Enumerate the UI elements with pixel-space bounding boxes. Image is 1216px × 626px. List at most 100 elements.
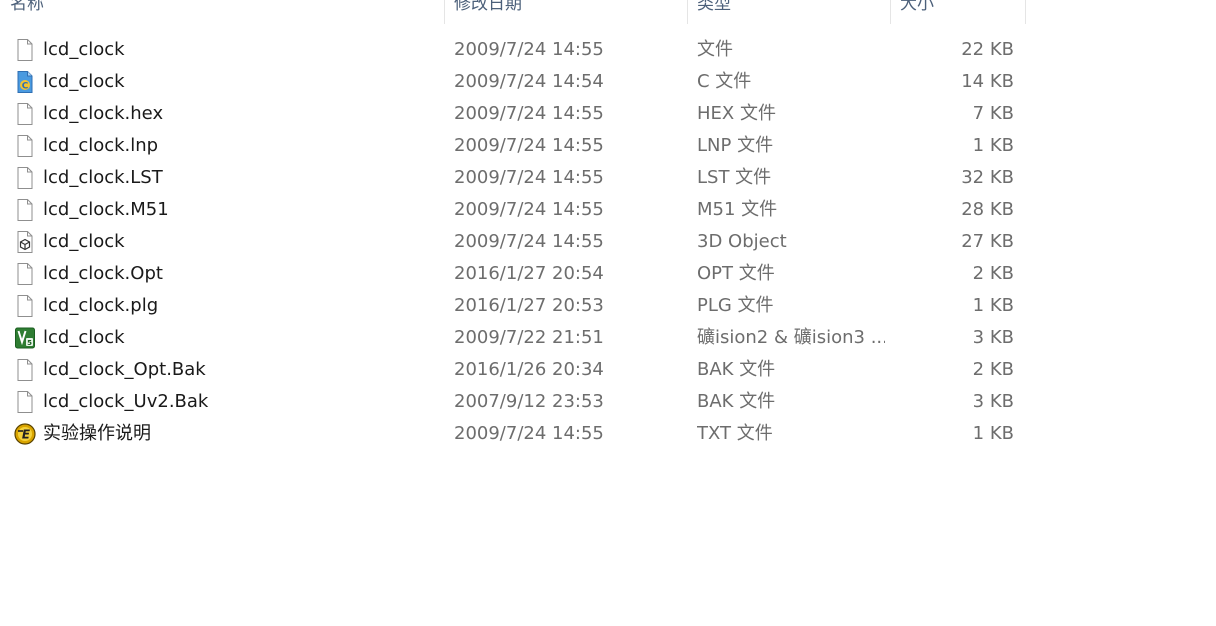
file-type: 文件 [697, 39, 733, 60]
file-list: lcd_clock 2009/7/24 14:55 文件 22 KB C lcd… [0, 34, 1026, 450]
file-name-cell: lcd_clock.Opt [12, 258, 442, 290]
file-row[interactable]: lcd_clock_Uv2.Bak 2007/9/12 23:53 BAK 文件… [0, 386, 1026, 418]
3d-object-file-icon [14, 230, 36, 254]
file-name: lcd_clock.lnp [43, 135, 159, 156]
file-date-modified: 2016/1/27 20:54 [454, 263, 604, 284]
file-name: lcd_clock.hex [43, 103, 164, 124]
file-row[interactable]: lcd_clock.Opt 2016/1/27 20:54 OPT 文件 2 K… [0, 258, 1026, 290]
blank-file-icon [14, 38, 36, 62]
file-size: 22 KB [961, 39, 1014, 60]
column-divider[interactable] [444, 0, 445, 24]
file-name-cell: lcd_clock.LST [12, 162, 442, 194]
file-date-modified: 2016/1/27 20:53 [454, 295, 604, 316]
file-type: TXT 文件 [697, 423, 773, 444]
column-header-name[interactable]: 名称 [0, 0, 444, 24]
file-date-modified: 2009/7/24 14:55 [454, 167, 604, 188]
file-row[interactable]: lcd_clock.M51 2009/7/24 14:55 M51 文件 28 … [0, 194, 1026, 226]
file-size: 27 KB [961, 231, 1014, 252]
svg-text:5: 5 [27, 339, 32, 347]
file-date-modified: 2007/9/12 23:53 [454, 391, 604, 412]
column-header-type[interactable]: 类型 [687, 0, 890, 24]
file-type: 3D Object [697, 231, 787, 252]
file-name-cell: lcd_clock [12, 34, 442, 66]
file-name-cell: lcd_clock.hex [12, 98, 442, 130]
blank-file-icon [14, 294, 36, 318]
column-divider[interactable] [687, 0, 688, 24]
file-name-cell: lcd_clock.lnp [12, 130, 442, 162]
file-name-cell: lcd_clock.plg [12, 290, 442, 322]
file-size: 32 KB [961, 167, 1014, 188]
file-date-modified: 2016/1/26 20:34 [454, 359, 604, 380]
file-row[interactable]: lcd_clock.lnp 2009/7/24 14:55 LNP 文件 1 K… [0, 130, 1026, 162]
blank-file-icon [14, 134, 36, 158]
file-row[interactable]: lcd_clock.hex 2009/7/24 14:55 HEX 文件 7 K… [0, 98, 1026, 130]
file-date-modified: 2009/7/24 14:55 [454, 39, 604, 60]
file-size: 2 KB [972, 263, 1014, 284]
file-row[interactable]: lcd_clock 2009/7/24 14:55 文件 22 KB [0, 34, 1026, 66]
file-type: PLG 文件 [697, 295, 774, 316]
file-row[interactable]: C lcd_clock 2009/7/24 14:54 C 文件 14 KB [0, 66, 1026, 98]
file-row[interactable]: lcd_clock.plg 2016/1/27 20:53 PLG 文件 1 K… [0, 290, 1026, 322]
blank-file-icon [14, 198, 36, 222]
file-name-cell: 5 lcd_clock [12, 322, 442, 354]
file-type: LNP 文件 [697, 135, 774, 156]
file-name: lcd_clock_Opt.Bak [43, 359, 206, 380]
file-size: 1 KB [972, 295, 1014, 316]
file-name-cell: lcd_clock_Opt.Bak [12, 354, 442, 386]
file-size: 28 KB [961, 199, 1014, 220]
blank-file-icon [14, 102, 36, 126]
file-name: lcd_clock.plg [43, 295, 159, 316]
file-size: 14 KB [961, 71, 1014, 92]
file-row[interactable]: lcd_clock.LST 2009/7/24 14:55 LST 文件 32 … [0, 162, 1026, 194]
file-size: 3 KB [972, 327, 1014, 348]
file-type: 礦ision2 & 礦ision3 ... [697, 327, 885, 348]
keil-uvision-project-icon: 5 [14, 326, 36, 350]
text-editor-file-icon: E [14, 422, 36, 446]
file-date-modified: 2009/7/24 14:54 [454, 71, 604, 92]
file-type: BAK 文件 [697, 391, 776, 412]
file-size: 7 KB [972, 103, 1014, 124]
file-name: lcd_clock [43, 71, 125, 92]
file-type: HEX 文件 [697, 103, 776, 124]
column-divider[interactable] [1025, 0, 1026, 24]
column-header-bar: 名称 修改日期 类型 大小 [0, 0, 1026, 24]
file-date-modified: 2009/7/24 14:55 [454, 103, 604, 124]
file-name: lcd_clock_Uv2.Bak [43, 391, 209, 412]
file-name-cell: E 实验操作说明 [12, 418, 442, 450]
file-name-cell: lcd_clock [12, 226, 442, 258]
file-date-modified: 2009/7/24 14:55 [454, 423, 604, 444]
file-size: 1 KB [972, 423, 1014, 444]
column-divider[interactable] [890, 0, 891, 24]
file-date-modified: 2009/7/24 14:55 [454, 199, 604, 220]
file-size: 1 KB [972, 135, 1014, 156]
svg-text:C: C [22, 82, 29, 92]
file-type: LST 文件 [697, 167, 772, 188]
file-type: M51 文件 [697, 199, 778, 220]
file-row[interactable]: lcd_clock_Opt.Bak 2016/1/26 20:34 BAK 文件… [0, 354, 1026, 386]
file-row[interactable]: 5 lcd_clock 2009/7/22 21:51 礦ision2 & 礦i… [0, 322, 1026, 354]
file-row[interactable]: E 实验操作说明 2009/7/24 14:55 TXT 文件 1 KB [0, 418, 1026, 450]
file-type: BAK 文件 [697, 359, 776, 380]
file-name: 实验操作说明 [43, 423, 151, 444]
file-type: C 文件 [697, 71, 752, 92]
file-name: lcd_clock.M51 [43, 199, 169, 220]
blank-file-icon [14, 358, 36, 382]
file-name: lcd_clock [43, 231, 125, 252]
file-size: 2 KB [972, 359, 1014, 380]
file-date-modified: 2009/7/24 14:55 [454, 135, 604, 156]
column-header-size[interactable]: 大小 [890, 0, 1026, 24]
file-row[interactable]: lcd_clock 2009/7/24 14:55 3D Object 27 K… [0, 226, 1026, 258]
blank-file-icon [14, 166, 36, 190]
file-name: lcd_clock [43, 327, 125, 348]
svg-text:E: E [22, 428, 31, 442]
file-name-cell: lcd_clock.M51 [12, 194, 442, 226]
file-date-modified: 2009/7/22 21:51 [454, 327, 604, 348]
column-header-date-modified[interactable]: 修改日期 [444, 0, 687, 24]
file-name: lcd_clock.LST [43, 167, 163, 188]
file-name-cell: lcd_clock_Uv2.Bak [12, 386, 442, 418]
c-source-file-icon: C [14, 70, 36, 94]
file-size: 3 KB [972, 391, 1014, 412]
file-type: OPT 文件 [697, 263, 775, 284]
file-name: lcd_clock.Opt [43, 263, 163, 284]
file-date-modified: 2009/7/24 14:55 [454, 231, 604, 252]
